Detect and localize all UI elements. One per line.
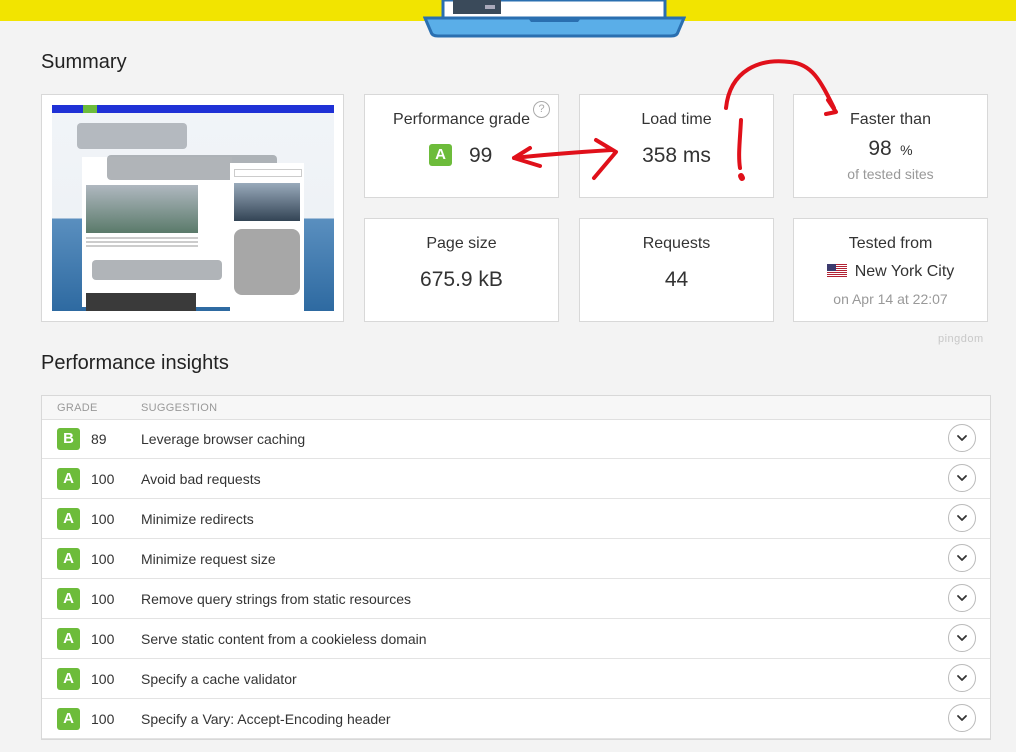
grade-column-header: GRADE — [57, 402, 98, 414]
table-row[interactable]: A 100 Specify a Vary: Accept-Encoding head… — [42, 699, 990, 739]
suggestion-text: Remove query strings from static resourc… — [141, 591, 411, 607]
suggestion-column-header: SUGGESTION — [141, 402, 218, 414]
laptop-illustration — [423, 0, 686, 38]
summary-title: Summary — [41, 51, 127, 73]
tested-from-date: on Apr 14 at 22:07 — [833, 291, 948, 307]
score: 100 — [91, 711, 115, 727]
page-size-card: Page size 675.9 kB — [364, 218, 559, 322]
suggestion-text: Minimize request size — [141, 551, 276, 567]
expand-button[interactable] — [948, 704, 976, 732]
expand-button[interactable] — [948, 424, 976, 452]
faster-than-value-row: 98 % — [794, 137, 987, 161]
page-size-label: Page size — [426, 235, 497, 252]
score: 100 — [91, 471, 115, 487]
expand-button[interactable] — [948, 624, 976, 652]
grade-badge: A — [57, 548, 80, 570]
table-row[interactable]: A 100 Serve static content from a cookiele… — [42, 619, 990, 659]
table-row[interactable]: A 100 Minimize redirects — [42, 499, 990, 539]
tested-from-card: Tested from New York City on Apr 14 at 2… — [793, 218, 988, 322]
faster-than-sub: of tested sites — [847, 166, 934, 182]
suggestion-text: Avoid bad requests — [141, 471, 261, 487]
table-row[interactable]: A 100 Remove query strings from static res… — [42, 579, 990, 619]
us-flag-icon — [826, 264, 847, 277]
tested-from-location: New York City — [854, 263, 955, 280]
performance-grade-card: Performance grade ? A 99 — [364, 94, 559, 198]
grade-badge: A — [57, 508, 80, 530]
requests-value: 44 — [664, 268, 689, 291]
grade-badge: B — [57, 428, 80, 450]
suggestion-text: Minimize redirects — [141, 511, 254, 527]
chevron-down-icon — [957, 675, 967, 681]
help-icon[interactable]: ? — [533, 101, 550, 118]
grade-badge: A — [57, 708, 80, 730]
chevron-down-icon — [957, 475, 967, 481]
performance-grade-badge: A — [429, 144, 452, 166]
suggestion-text: Leverage browser caching — [141, 431, 306, 447]
expand-button[interactable] — [948, 544, 976, 572]
score: 100 — [91, 631, 115, 647]
insights-table: GRADE SUGGESTION B 89 Leverage browser cac… — [41, 395, 991, 740]
score: 100 — [91, 671, 115, 687]
suggestion-text: Specify a cache validator — [141, 671, 297, 687]
table-header: GRADE SUGGESTION — [42, 396, 990, 420]
insights-title: Performance insights — [41, 352, 229, 374]
website-screenshot[interactable] — [41, 94, 344, 322]
chevron-down-icon — [957, 595, 967, 601]
faster-than-label: Faster than — [850, 111, 931, 128]
expand-button[interactable] — [948, 464, 976, 492]
website-preview-image — [52, 105, 334, 311]
expand-button[interactable] — [948, 664, 976, 692]
faster-than-value: 98 — [868, 137, 892, 160]
score: 100 — [91, 591, 115, 607]
chevron-down-icon — [957, 515, 967, 521]
load-time-value: 358 ms — [642, 144, 711, 167]
grade-badge: A — [57, 588, 80, 610]
grade-badge: A — [57, 468, 80, 490]
chevron-down-icon — [957, 715, 967, 721]
grade-badge: A — [57, 668, 80, 690]
pingdom-logo: pingdom — [938, 333, 984, 345]
chevron-down-icon — [957, 635, 967, 641]
table-row[interactable]: A 100 Minimize request size — [42, 539, 990, 579]
tested-from-label: Tested from — [848, 235, 933, 252]
requests-card: Requests 44 — [579, 218, 774, 322]
table-row[interactable]: A 100 Avoid bad requests — [42, 459, 990, 499]
load-time-label: Load time — [641, 111, 712, 128]
table-row[interactable]: B 89 Leverage browser caching — [42, 419, 990, 459]
grade-badge: A — [429, 144, 452, 166]
score: 100 — [91, 551, 115, 567]
chevron-down-icon — [957, 555, 967, 561]
score: 100 — [91, 511, 115, 527]
suggestion-text: Specify a Vary: Accept-Encoding header — [141, 711, 391, 727]
percent-unit: % — [900, 142, 913, 158]
page-size-value: 675.9 kB — [420, 268, 503, 291]
tested-from-location-row: New York City — [794, 263, 987, 281]
table-row[interactable]: A 100 Specify a cache validator — [42, 659, 990, 699]
score: 89 — [91, 431, 107, 447]
suggestion-text: Serve static content from a cookieless d… — [141, 631, 427, 647]
load-time-card: Load time 358 ms — [579, 94, 774, 198]
performance-grade-label: Performance grade — [393, 111, 530, 128]
chevron-down-icon — [957, 435, 967, 441]
expand-button[interactable] — [948, 584, 976, 612]
requests-label: Requests — [642, 235, 711, 252]
grade-badge: A — [57, 628, 80, 650]
performance-grade-value: 99 — [469, 144, 493, 167]
faster-than-card: Faster than 98 % of tested sites — [793, 94, 988, 198]
expand-button[interactable] — [948, 504, 976, 532]
